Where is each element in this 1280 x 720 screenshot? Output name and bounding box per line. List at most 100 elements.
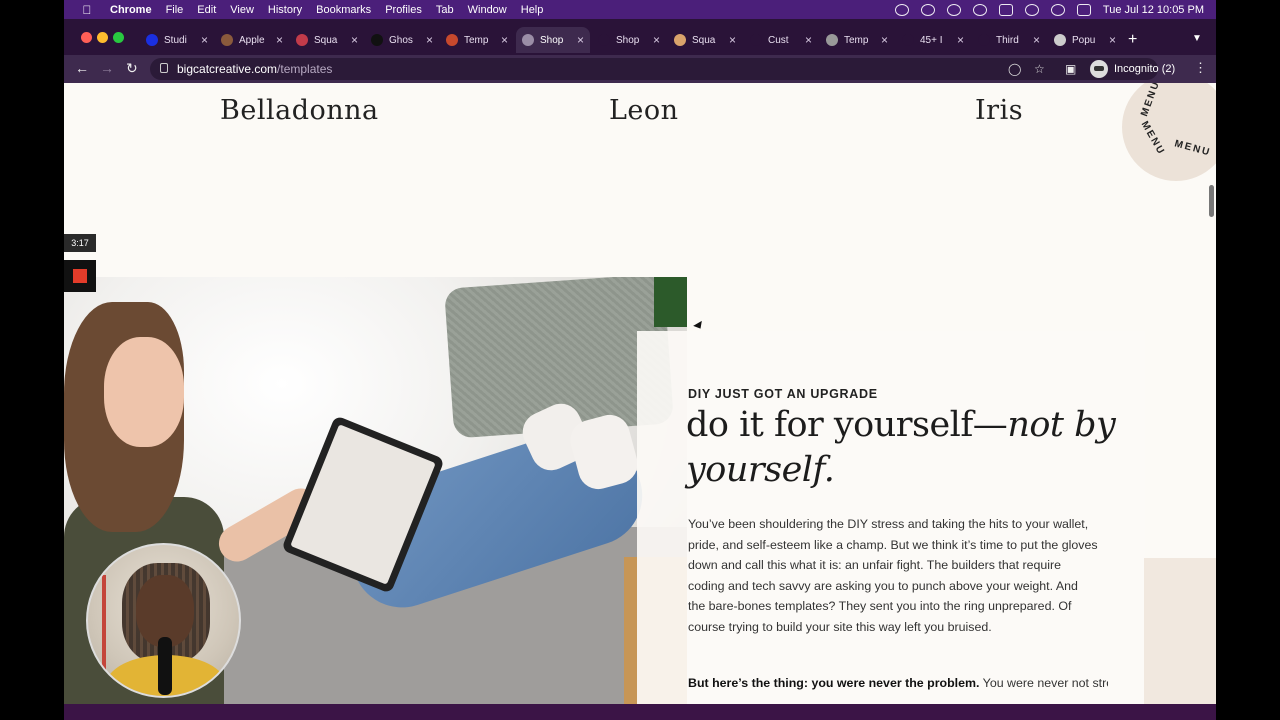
- browser-tab[interactable]: Apple ×: [215, 27, 289, 53]
- back-button[interactable]: ←: [75, 60, 89, 76]
- stop-recording-button[interactable]: [64, 260, 96, 292]
- browser-tab[interactable]: Shop ×: [592, 27, 666, 53]
- tab-label: Cust: [768, 34, 789, 46]
- recording-timer: 3:17: [64, 234, 96, 252]
- minimize-window-button[interactable]: [97, 32, 108, 43]
- close-window-button[interactable]: [81, 32, 92, 43]
- browser-tab[interactable]: Squa ×: [668, 27, 742, 53]
- tab-close-icon[interactable]: ×: [1033, 33, 1040, 47]
- tab-label: Shop: [616, 34, 640, 46]
- browser-tab[interactable]: Squa ×: [290, 27, 364, 53]
- address-bar[interactable]: bigcatcreative.com/templates ◯ ☆: [150, 58, 1158, 80]
- reload-button[interactable]: ↻: [126, 60, 138, 77]
- menu-badge-button[interactable]: MENU MENU MENU: [1122, 83, 1216, 181]
- browser-tab[interactable]: Ghos ×: [365, 27, 439, 53]
- forward-button[interactable]: →: [100, 60, 114, 76]
- tab-label: Temp: [464, 34, 489, 46]
- menu-profiles[interactable]: Profiles: [385, 4, 422, 16]
- tab-close-icon[interactable]: ×: [881, 33, 888, 47]
- play-icon[interactable]: [946, 3, 961, 16]
- tab-close-icon[interactable]: ×: [426, 33, 433, 47]
- eye-slash-icon[interactable]: ◯: [1008, 62, 1021, 76]
- microphone-icon: [158, 637, 172, 695]
- incognito-profile-button[interactable]: Incognito (2): [1090, 58, 1175, 80]
- tab-label: Temp: [844, 34, 869, 46]
- apple-icon[interactable]: : [80, 3, 94, 17]
- search-icon[interactable]: [1050, 3, 1065, 16]
- tab-close-icon[interactable]: ×: [501, 33, 508, 47]
- browser-tab[interactable]: Popu ×: [1048, 27, 1122, 53]
- headline-plain: do it for yourself—: [686, 405, 1008, 445]
- tab-close-icon[interactable]: ×: [1109, 33, 1116, 47]
- menu-window[interactable]: Window: [468, 4, 507, 16]
- tab-close-icon[interactable]: ×: [276, 33, 283, 47]
- chrome-menu-icon[interactable]: ⋮: [1194, 60, 1207, 76]
- browser-tab[interactable]: Temp ×: [820, 27, 894, 53]
- zoom-window-button[interactable]: [113, 32, 124, 43]
- menu-history[interactable]: History: [268, 4, 302, 16]
- dock-strip: [64, 704, 1216, 720]
- tab-favicon-icon: [750, 34, 762, 46]
- tab-label: Shop: [540, 34, 564, 46]
- tab-label: Third: [996, 34, 1019, 46]
- tab-close-icon[interactable]: ×: [351, 33, 358, 47]
- tab-label: Popu: [1072, 34, 1096, 46]
- menu-bookmarks[interactable]: Bookmarks: [316, 4, 371, 16]
- tab-favicon-icon: [826, 34, 838, 46]
- decorative-block: [1144, 558, 1216, 704]
- tab-label: 45+ I: [920, 34, 943, 46]
- tab-close-icon[interactable]: ×: [957, 33, 964, 47]
- side-panel-icon[interactable]: ▣: [1065, 62, 1076, 76]
- tab-close-icon[interactable]: ×: [729, 33, 736, 47]
- body-paragraph-2-rest: You were never not strong enough, capabl…: [982, 676, 1108, 690]
- control-center-icon[interactable]: [1076, 3, 1091, 16]
- new-tab-button[interactable]: +: [1128, 31, 1137, 49]
- webcam-overlay[interactable]: [86, 543, 241, 698]
- screen-record-icon[interactable]: [894, 3, 909, 16]
- body-paragraph-2: But here’s the thing: you were never the…: [688, 673, 1108, 694]
- tab-label: Ghos: [389, 34, 413, 46]
- macos-menubar:  Chrome File Edit View History Bookmark…: [64, 0, 1216, 19]
- tab-favicon-icon: [296, 34, 308, 46]
- wifi-icon[interactable]: [1024, 3, 1039, 16]
- menu-badge-label-top: MENU: [1139, 83, 1163, 118]
- template-name-belladonna[interactable]: Belladonna: [220, 95, 379, 126]
- menu-edit[interactable]: Edit: [197, 4, 216, 16]
- template-name-leon[interactable]: Leon: [609, 95, 679, 126]
- tab-favicon-icon: [902, 34, 914, 46]
- tab-strip: Studi × Apple × Squa × Ghos × Temp × Shop × Shop × Squ…: [64, 19, 1216, 55]
- browser-tab[interactable]: Third ×: [972, 27, 1046, 53]
- lock-icon[interactable]: [160, 63, 168, 73]
- chrome-window: Studi × Apple × Squa × Ghos × Temp × Shop × Shop × Squ…: [64, 19, 1216, 704]
- brightness-icon[interactable]: [920, 3, 935, 16]
- tab-favicon-icon: [221, 34, 233, 46]
- menu-help[interactable]: Help: [521, 4, 544, 16]
- menu-view[interactable]: View: [230, 4, 254, 16]
- body-paragraph-2-bold: But here’s the thing: you were never the…: [688, 676, 980, 690]
- menu-app-chrome[interactable]: Chrome: [110, 4, 152, 16]
- tab-close-icon[interactable]: ×: [201, 33, 208, 47]
- grammarly-icon[interactable]: [972, 3, 987, 16]
- browser-tab[interactable]: Shop ×: [516, 27, 590, 53]
- browser-tab[interactable]: Temp ×: [440, 27, 514, 53]
- tab-favicon-icon: [674, 34, 686, 46]
- scrollbar-thumb[interactable]: [1209, 185, 1214, 217]
- tab-close-icon[interactable]: ×: [805, 33, 812, 47]
- tab-search-chevron-icon[interactable]: ▼: [1192, 33, 1202, 44]
- browser-tab[interactable]: 45+ I ×: [896, 27, 970, 53]
- menu-tab[interactable]: Tab: [436, 4, 454, 16]
- battery-icon[interactable]: [998, 3, 1013, 16]
- clock[interactable]: Tue Jul 12 10:05 PM: [1103, 4, 1204, 16]
- template-name-iris[interactable]: Iris: [975, 95, 1023, 126]
- tab-favicon-icon: [446, 34, 458, 46]
- tab-close-icon[interactable]: ×: [653, 33, 660, 47]
- tab-favicon-icon: [522, 34, 534, 46]
- status-tray: Tue Jul 12 10:05 PM: [894, 3, 1204, 16]
- incognito-label: Incognito (2): [1114, 63, 1176, 75]
- bookmark-star-icon[interactable]: ☆: [1034, 62, 1045, 76]
- browser-tab[interactable]: Cust ×: [744, 27, 818, 53]
- url-text[interactable]: bigcatcreative.com/templates: [177, 62, 332, 76]
- browser-tab[interactable]: Studi ×: [140, 27, 214, 53]
- menu-file[interactable]: File: [166, 4, 184, 16]
- tab-close-icon[interactable]: ×: [577, 33, 584, 47]
